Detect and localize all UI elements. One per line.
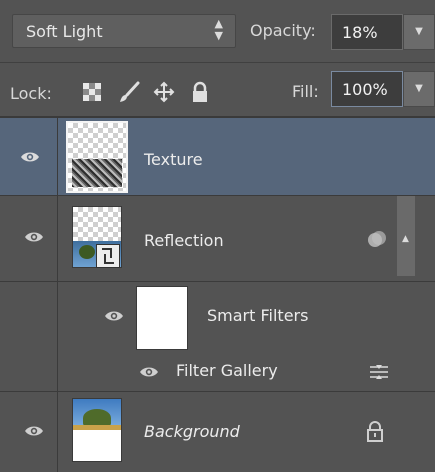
- visibility-column: [0, 282, 58, 354]
- fill-field[interactable]: 100%: [331, 71, 403, 107]
- smart-object-icon: [96, 244, 120, 268]
- layer-thumbnail-texture[interactable]: [66, 121, 128, 193]
- fill-value: 100%: [342, 80, 388, 99]
- visibility-column: [0, 196, 58, 281]
- filter-options-icon[interactable]: [368, 364, 390, 380]
- blend-mode-select[interactable]: Soft Light ▲ ▼: [12, 14, 236, 48]
- layer-name-texture[interactable]: Texture: [144, 150, 203, 169]
- visibility-column: [0, 354, 58, 391]
- lock-transparent-icon[interactable]: [80, 80, 104, 104]
- smart-filters-row[interactable]: Smart Filters: [0, 282, 435, 354]
- divider: [0, 62, 435, 63]
- visibility-column: [0, 118, 58, 195]
- opacity-label: Opacity:: [250, 21, 316, 40]
- opacity-value: 18%: [342, 23, 378, 42]
- eye-icon[interactable]: [24, 424, 44, 438]
- layer-thumbnail-background[interactable]: [72, 398, 122, 462]
- eye-icon[interactable]: [24, 230, 44, 244]
- eye-icon[interactable]: [20, 150, 40, 164]
- layer-row-reflection[interactable]: Reflection: [0, 196, 435, 282]
- lock-icon[interactable]: [366, 420, 384, 442]
- eye-icon[interactable]: [104, 309, 124, 323]
- layer-name-reflection[interactable]: Reflection: [144, 231, 224, 250]
- scrollbar-thumb[interactable]: ▲: [397, 196, 415, 276]
- fill-label: Fill:: [292, 82, 319, 101]
- smart-filter-mask-thumbnail[interactable]: [136, 286, 188, 350]
- layer-name-background[interactable]: Background: [144, 422, 240, 441]
- lock-all-icon[interactable]: [188, 80, 212, 104]
- fill-slider-button[interactable]: ▼: [403, 71, 435, 107]
- visibility-column: [0, 392, 58, 472]
- layer-row-background[interactable]: Background: [0, 392, 435, 472]
- lock-brush-icon[interactable]: [117, 80, 141, 104]
- filter-gallery-label[interactable]: Filter Gallery: [176, 361, 278, 380]
- opacity-field[interactable]: 18%: [331, 14, 403, 50]
- select-arrows-icon: ▲ ▼: [214, 17, 223, 42]
- smart-filter-badge-icon: [368, 231, 386, 247]
- opacity-slider-button[interactable]: ▼: [403, 14, 435, 50]
- filter-gallery-row[interactable]: Filter Gallery: [0, 354, 435, 392]
- lock-move-icon[interactable]: [152, 80, 176, 104]
- smart-filters-label: Smart Filters: [207, 306, 309, 325]
- eye-icon[interactable]: [139, 365, 159, 379]
- layer-row-texture[interactable]: Texture: [0, 118, 435, 196]
- lock-label: Lock:: [10, 84, 52, 103]
- blend-mode-value: Soft Light: [26, 22, 103, 41]
